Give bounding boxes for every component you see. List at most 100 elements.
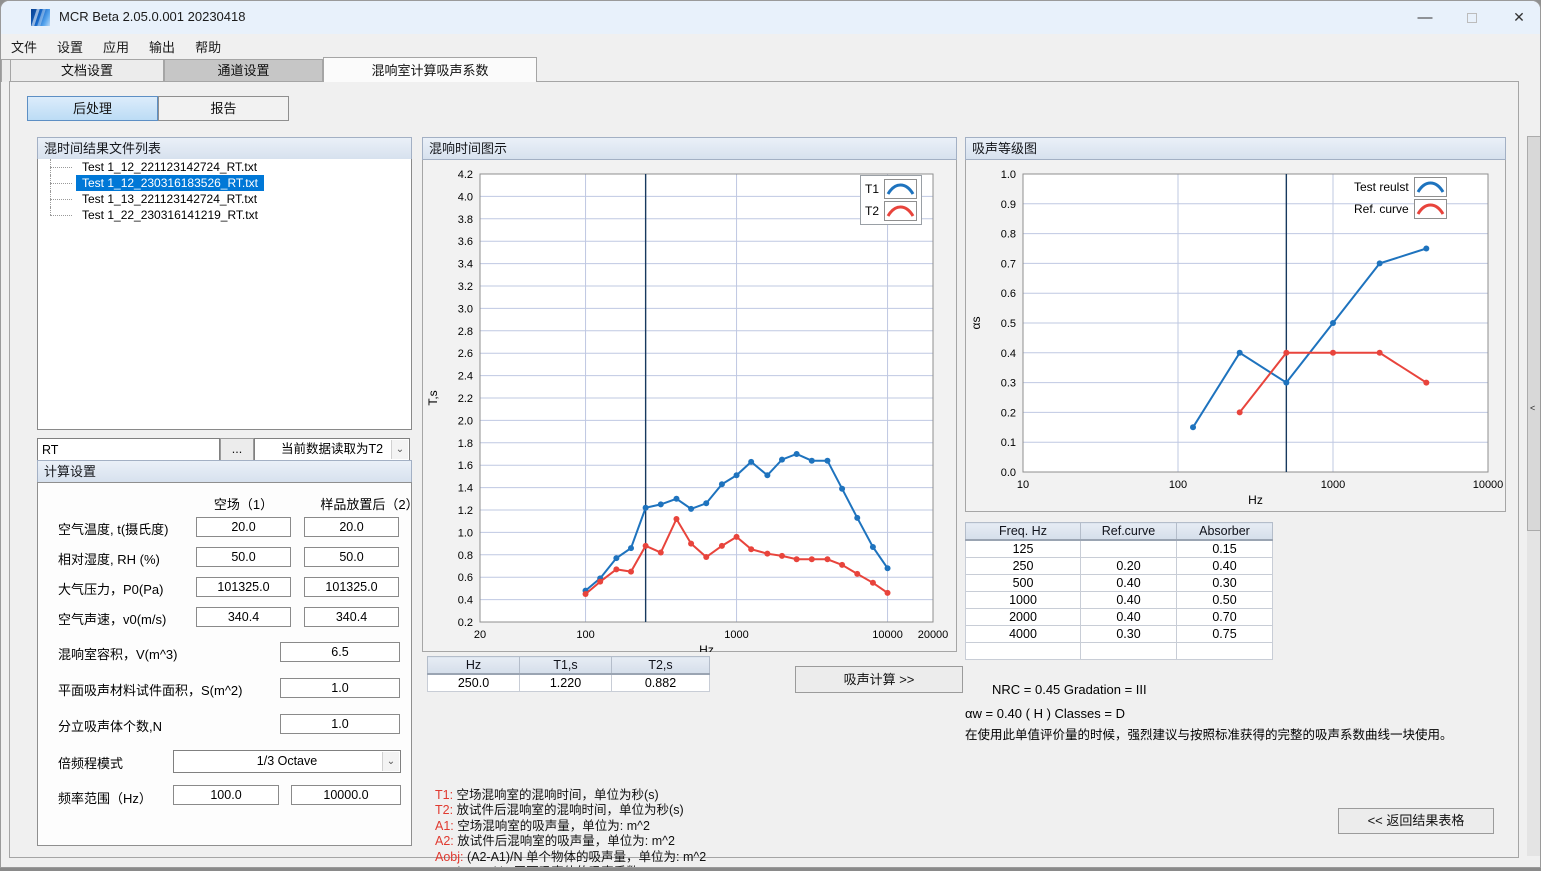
collapse-splitter[interactable]: < <box>1527 136 1541 531</box>
menu-item-3[interactable]: 输出 <box>139 34 185 59</box>
svg-text:3.2: 3.2 <box>458 281 473 293</box>
svg-text:1.0: 1.0 <box>458 527 473 539</box>
menu-item-1[interactable]: 设置 <box>47 34 93 59</box>
svg-text:4.2: 4.2 <box>458 169 473 181</box>
note-line-0: T1: 空场混响室的混响时间，单位为秒(s) <box>435 788 765 803</box>
table-cell: 0.15 <box>1177 540 1273 558</box>
setting-label-0: 空气温度, t(摄氏度) <box>58 519 169 538</box>
table-cell: 0.40 <box>1177 558 1273 575</box>
note-text: (A2-A1)/N 单个物体的吸声量，单位为: m^2 <box>467 850 706 864</box>
setting-input-3-field2[interactable] <box>304 607 399 627</box>
table-cell: 250.0 <box>428 674 520 692</box>
absorb-calc-button[interactable]: 吸声计算 >> <box>795 666 963 693</box>
file-list-item[interactable]: Test 1_12_221123142724_RT.txt <box>38 159 411 175</box>
table-row: 5000.400.30 <box>966 575 1273 592</box>
setting-label-2: 大气压力，P0(Pa) <box>58 579 163 598</box>
app-window: MCR Beta 2.05.0.001 20230418 — ✕ 文件设置应用输… <box>0 0 1541 868</box>
file-name: Test 1_22_230316141219_RT.txt <box>76 207 264 223</box>
rt-chart[interactable]: 0.20.40.60.81.01.21.41.61.82.02.22.42.62… <box>422 160 957 652</box>
data-read-combobox[interactable]: 当前数据读取为T2 ⌄ <box>254 438 410 461</box>
legend-entry: Test reulst <box>1354 176 1447 198</box>
chevron-down-icon[interactable]: ⌄ <box>382 752 399 771</box>
chart-legend: T1T2 <box>860 175 922 225</box>
file-name: Test 1_12_230316183526_RT.txt <box>76 175 264 191</box>
tree-connector-icon <box>50 183 72 184</box>
file-list-item[interactable]: Test 1_13_221123142724_RT.txt <box>38 191 411 207</box>
svg-text:100: 100 <box>576 629 594 641</box>
svg-text:T,s: T,s <box>426 390 440 405</box>
file-list-item[interactable]: Test 1_12_230316183526_RT.txt <box>38 175 411 191</box>
title-bar: MCR Beta 2.05.0.001 20230418 — ✕ <box>1 1 1540 34</box>
freq-max-input[interactable] <box>291 785 401 805</box>
freq-min-input[interactable] <box>173 785 279 805</box>
svg-text:1000: 1000 <box>724 629 748 641</box>
table-header-1: Ref.curve <box>1081 523 1177 541</box>
table-cell: 0.70 <box>1177 609 1273 626</box>
table-cell: 250 <box>966 558 1081 575</box>
menu-item-2[interactable]: 应用 <box>93 34 139 59</box>
setting-input-1-field1[interactable] <box>196 547 291 567</box>
svg-text:2.2: 2.2 <box>458 393 473 405</box>
table-cell: 0.75 <box>1177 626 1273 643</box>
svg-text:0.0: 0.0 <box>1001 467 1016 479</box>
setting-single-input-2[interactable] <box>280 714 400 734</box>
svg-text:2.8: 2.8 <box>458 326 473 338</box>
svg-text:1.2: 1.2 <box>458 505 473 517</box>
octave-mode-combobox[interactable]: 1/3 Octave⌄ <box>173 750 401 773</box>
table-header-0: Hz <box>428 657 520 675</box>
setting-input-3-field1[interactable] <box>196 607 291 627</box>
svg-text:0.4: 0.4 <box>1001 348 1016 360</box>
tree-connector-icon <box>50 199 72 200</box>
note-text: 空场混响室的混响时间，单位为秒(s) <box>457 788 659 802</box>
menu-item-4[interactable]: 帮助 <box>185 34 231 59</box>
close-button[interactable]: ✕ <box>1496 1 1541 34</box>
setting-input-2-field1[interactable] <box>196 577 291 597</box>
svg-text:0.9: 0.9 <box>1001 199 1016 211</box>
svg-text:4.0: 4.0 <box>458 191 473 203</box>
setting-single-input-1[interactable] <box>280 678 400 698</box>
subtab-0[interactable]: 后处理 <box>27 96 158 121</box>
table-cell: 2000 <box>966 609 1081 626</box>
svg-text:0.4: 0.4 <box>458 595 473 607</box>
svg-text:0.7: 0.7 <box>1001 258 1016 270</box>
main-tab-strip: 文档设置通道设置混响室计算吸声系数 <box>1 57 1540 82</box>
table-cell: 0.30 <box>1177 575 1273 592</box>
table-cell: 1000 <box>966 592 1081 609</box>
tab-2[interactable]: 混响室计算吸声系数 <box>323 57 537 82</box>
svg-text:0.2: 0.2 <box>1001 407 1016 419</box>
col-header-empty-field: 空场（1） <box>196 494 291 513</box>
note-text: 放试件后混响室的吸声量，单位为: m^2 <box>457 834 675 848</box>
table-row: 20000.400.70 <box>966 609 1273 626</box>
minimize-button[interactable]: — <box>1402 1 1448 34</box>
chevron-down-icon[interactable]: ⌄ <box>391 440 408 459</box>
svg-text:0.1: 0.1 <box>1001 437 1016 449</box>
setting-input-0-field1[interactable] <box>196 517 291 537</box>
table-cell: 125 <box>966 540 1081 558</box>
maximize-button[interactable] <box>1449 1 1495 34</box>
setting-single-input-0[interactable] <box>280 642 400 662</box>
setting-input-1-field2[interactable] <box>304 547 399 567</box>
note-line-1: T2: 放试件后混响室的混响时间，单位为秒(s) <box>435 803 765 818</box>
file-list-item[interactable]: Test 1_22_230316141219_RT.txt <box>38 207 411 223</box>
svg-text:3.8: 3.8 <box>458 214 473 226</box>
file-list[interactable]: Test 1_12_221123142724_RT.txtTest 1_12_2… <box>37 159 412 430</box>
note-text: 放试件后混响室的混响时间，单位为秒(s) <box>457 803 684 817</box>
table-cell <box>1081 540 1177 558</box>
tab-0[interactable]: 文档设置 <box>10 59 164 82</box>
table-cell: 0.882 <box>612 674 710 692</box>
window-title: MCR Beta 2.05.0.001 20230418 <box>59 9 245 24</box>
setting-input-2-field2[interactable] <box>304 577 399 597</box>
tab-1[interactable]: 通道设置 <box>164 59 323 82</box>
note-label: A2: <box>435 834 457 848</box>
browse-button[interactable]: ... <box>220 438 254 461</box>
back-to-results-button[interactable]: << 返回结果表格 <box>1338 808 1494 834</box>
menu-item-0[interactable]: 文件 <box>1 34 47 59</box>
subtab-1[interactable]: 报告 <box>158 96 289 121</box>
rating-chart[interactable]: 0.00.10.20.30.40.50.60.70.80.91.01010010… <box>965 160 1506 512</box>
file-name: Test 1_12_221123142724_RT.txt <box>76 159 263 175</box>
chart-legend: Test reulstRef. curve <box>1354 176 1447 220</box>
legend-entry: Ref. curve <box>1354 198 1447 220</box>
rt-name-input[interactable] <box>37 438 220 461</box>
svg-text:1.8: 1.8 <box>458 438 473 450</box>
setting-input-0-field2[interactable] <box>304 517 399 537</box>
